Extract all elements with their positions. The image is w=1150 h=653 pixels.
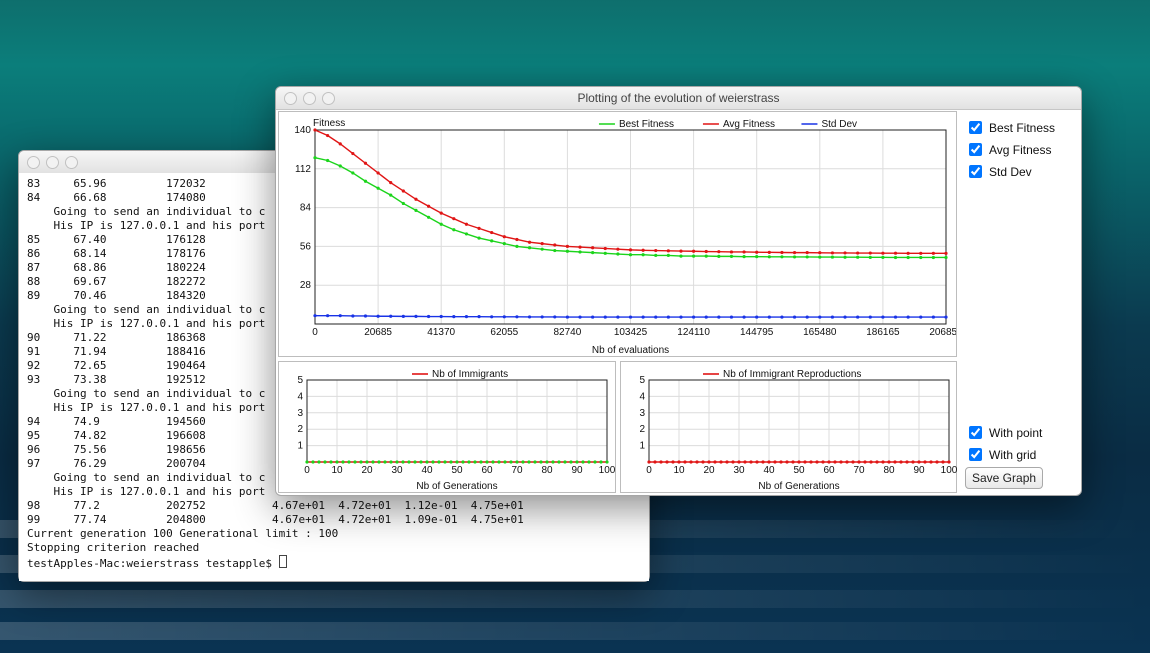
svg-text:0: 0 [646, 465, 652, 476]
checkbox-label: Avg Fitness [989, 143, 1051, 157]
svg-text:70: 70 [853, 465, 865, 476]
checkbox-label: With point [989, 426, 1042, 440]
svg-text:Nb of Immigrants: Nb of Immigrants [432, 369, 508, 380]
checkbox-avg-fitness[interactable]: Avg Fitness [965, 140, 1075, 159]
svg-text:50: 50 [451, 465, 463, 476]
svg-text:Avg Fitness: Avg Fitness [723, 119, 775, 130]
svg-text:186165: 186165 [866, 327, 900, 338]
close-icon[interactable] [284, 92, 297, 105]
svg-text:Best Fitness: Best Fitness [619, 119, 674, 130]
checkbox-with-point[interactable]: With point [965, 423, 1075, 442]
svg-text:30: 30 [733, 465, 745, 476]
svg-text:103425: 103425 [614, 327, 648, 338]
svg-text:90: 90 [913, 465, 925, 476]
svg-text:62055: 62055 [490, 327, 518, 338]
svg-text:140: 140 [294, 125, 311, 136]
checkbox-input[interactable] [969, 426, 982, 439]
svg-text:4: 4 [639, 392, 645, 403]
checkbox-input[interactable] [969, 165, 982, 178]
svg-text:28: 28 [300, 280, 312, 291]
svg-text:40: 40 [421, 465, 433, 476]
svg-text:Std Dev: Std Dev [821, 119, 857, 130]
plot-title: Plotting of the evolution of weierstrass [577, 91, 779, 105]
svg-text:90: 90 [571, 465, 583, 476]
minimize-icon[interactable] [46, 156, 59, 169]
checkbox-label: With grid [989, 448, 1036, 462]
checkbox-std-dev[interactable]: Std Dev [965, 162, 1075, 181]
plot-sidebar: Best Fitness Avg Fitness Std Dev With poin… [959, 109, 1081, 495]
checkbox-with-grid[interactable]: With grid [965, 445, 1075, 464]
minimize-icon[interactable] [303, 92, 316, 105]
svg-text:0: 0 [312, 327, 318, 338]
chart-immigrants: 0 10 20 30 40 50 60 70 80 90 100 1 2 3 4 5 Nb of Generat… [278, 361, 616, 493]
svg-text:56: 56 [300, 241, 312, 252]
svg-text:80: 80 [883, 465, 895, 476]
chart-immigrant-reproductions: 0 10 20 30 40 50 60 70 80 90 100 1 2 3 4 5 Nb of Generat… [620, 361, 958, 493]
svg-text:30: 30 [391, 465, 403, 476]
cursor-icon [279, 555, 287, 568]
svg-text:0: 0 [304, 465, 310, 476]
svg-text:165480: 165480 [803, 327, 837, 338]
svg-text:80: 80 [541, 465, 553, 476]
svg-text:Nb of Immigrant Reproductions: Nb of Immigrant Reproductions [723, 369, 861, 380]
svg-text:50: 50 [793, 465, 805, 476]
svg-text:2: 2 [297, 424, 303, 435]
svg-text:3: 3 [639, 408, 645, 419]
checkbox-label: Best Fitness [989, 121, 1055, 135]
svg-text:Nb of Generations: Nb of Generations [758, 481, 839, 492]
svg-text:5: 5 [639, 375, 645, 386]
svg-text:4: 4 [297, 392, 303, 403]
svg-text:20: 20 [361, 465, 373, 476]
close-icon[interactable] [27, 156, 40, 169]
svg-text:60: 60 [481, 465, 493, 476]
svg-text:10: 10 [673, 465, 685, 476]
svg-text:100: 100 [599, 465, 615, 476]
svg-text:206850: 206850 [929, 327, 956, 338]
svg-text:5: 5 [297, 375, 303, 386]
checkbox-input[interactable] [969, 143, 982, 156]
plot-titlebar[interactable]: Plotting of the evolution of weierstrass [276, 87, 1081, 110]
svg-text:1: 1 [639, 441, 645, 452]
svg-text:124110: 124110 [677, 327, 710, 338]
svg-text:Fitness: Fitness [313, 118, 345, 129]
svg-text:Nb of Generations: Nb of Generations [416, 481, 497, 492]
svg-text:70: 70 [511, 465, 523, 476]
svg-text:20685: 20685 [364, 327, 392, 338]
svg-text:84: 84 [300, 203, 312, 214]
save-graph-button[interactable]: Save Graph [965, 467, 1043, 489]
terminal-prompt: testApples-Mac:weierstrass testapple$ [27, 557, 279, 570]
svg-text:2: 2 [639, 424, 645, 435]
svg-text:40: 40 [763, 465, 775, 476]
svg-text:82740: 82740 [553, 327, 581, 338]
svg-text:144795: 144795 [740, 327, 774, 338]
zoom-icon[interactable] [65, 156, 78, 169]
zoom-icon[interactable] [322, 92, 335, 105]
svg-text:Nb of evaluations: Nb of evaluations [592, 345, 669, 356]
plot-window: Plotting of the evolution of weierstrass… [275, 86, 1082, 496]
svg-text:112: 112 [295, 164, 311, 175]
svg-text:1: 1 [297, 441, 303, 452]
checkbox-input[interactable] [969, 448, 982, 461]
checkbox-label: Std Dev [989, 165, 1032, 179]
checkbox-input[interactable] [969, 121, 982, 134]
svg-text:20: 20 [703, 465, 715, 476]
svg-text:10: 10 [331, 465, 343, 476]
checkbox-best-fitness[interactable]: Best Fitness [965, 118, 1075, 137]
chart-fitness: 0 20685 41370 62055 82740 103425 124110 144795 1… [278, 111, 957, 357]
svg-text:60: 60 [823, 465, 835, 476]
svg-text:100: 100 [940, 465, 956, 476]
svg-text:41370: 41370 [427, 327, 455, 338]
svg-text:3: 3 [297, 408, 303, 419]
